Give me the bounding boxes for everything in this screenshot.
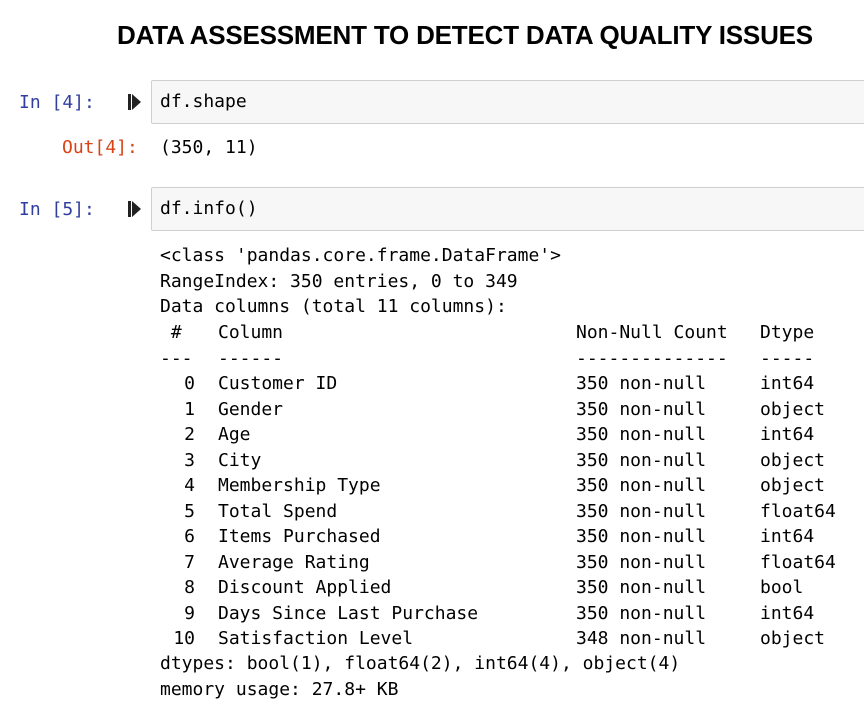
row-index: 6: [184, 526, 195, 547]
row-non-null: 350 non-null: [576, 577, 707, 598]
row-index: 10: [173, 628, 195, 649]
row-dtype: object: [760, 449, 826, 471]
table-row: 4 Membership Type 350 non-null object: [160, 473, 850, 499]
code-input-area[interactable]: df.info(): [151, 187, 864, 231]
row-non-null: 350 non-null: [576, 449, 707, 471]
row-non-null: 350 non-null: [576, 602, 707, 624]
table-row: 8 Discount Applied 350 non-null bool: [160, 575, 850, 601]
table-row: 10 Satisfaction Level 348 non-null objec…: [160, 626, 850, 652]
table-separator-row: --- ------ -------------- -----: [160, 346, 850, 372]
table-row: 5 Total Spend 350 non-null float64: [160, 499, 850, 525]
table-row: 9 Days Since Last Purchase 350 non-null …: [160, 601, 850, 627]
row-column-name: City: [218, 449, 262, 471]
separator: --------------: [576, 347, 728, 369]
row-column-name: Discount Applied: [218, 577, 392, 598]
table-row: 6 Items Purchased 350 non-null int64: [160, 524, 850, 550]
row-column-name: Average Rating: [218, 551, 370, 573]
header-column: Column: [218, 322, 284, 343]
table-row: 1 Gender 350 non-null object: [160, 397, 850, 423]
row-dtype: int64: [760, 373, 815, 394]
row-non-null: 350 non-null: [576, 424, 707, 445]
row-column-name: Membership Type: [218, 475, 381, 496]
notebook-heading: DATA ASSESSMENT TO DETECT DATA QUALITY I…: [117, 20, 813, 50]
separator: ---: [160, 347, 193, 369]
dataframe-info-table: # Column Non-Null Count Dtype --- ------…: [160, 320, 850, 652]
row-non-null: 350 non-null: [576, 551, 707, 573]
table-header-row: # Column Non-Null Count Dtype: [160, 320, 850, 346]
row-non-null: 348 non-null: [576, 628, 707, 649]
row-index: 1: [184, 398, 195, 420]
row-index: 0: [184, 373, 195, 394]
row-non-null: 350 non-null: [576, 373, 707, 394]
row-column-name: Items Purchased: [218, 526, 381, 547]
separator: ------: [218, 347, 284, 369]
table-row: 3 City 350 non-null object: [160, 448, 850, 474]
row-dtype: int64: [760, 602, 815, 624]
row-dtype: int64: [760, 526, 815, 547]
output-line: memory usage: 27.8+ KB: [160, 678, 399, 700]
code-line[interactable]: df.shape: [160, 91, 247, 112]
row-non-null: 350 non-null: [576, 475, 707, 496]
row-non-null: 350 non-null: [576, 500, 707, 522]
table-row: 0 Customer ID 350 non-null int64: [160, 371, 850, 397]
in-prompt: In [4]:: [19, 92, 95, 113]
header-dtype: Dtype: [760, 322, 815, 343]
in-prompt: In [5]:: [19, 199, 95, 220]
out-prompt: Out[4]:: [62, 137, 138, 158]
row-column-name: Total Spend: [218, 500, 338, 522]
output-line: RangeIndex: 350 entries, 0 to 349: [160, 270, 518, 292]
row-dtype: float64: [760, 500, 836, 522]
row-dtype: bool: [760, 577, 804, 598]
row-index: 7: [184, 551, 195, 573]
row-column-name: Days Since Last Purchase: [218, 602, 479, 624]
run-step-icon[interactable]: [128, 93, 142, 111]
row-index: 3: [184, 449, 195, 471]
row-index: 9: [184, 602, 195, 624]
header-index: #: [160, 322, 182, 343]
row-dtype: int64: [760, 424, 815, 445]
row-non-null: 350 non-null: [576, 526, 707, 547]
row-index: 5: [184, 500, 195, 522]
output-result: (350, 11): [160, 137, 258, 158]
row-index: 2: [184, 424, 195, 445]
row-non-null: 350 non-null: [576, 398, 707, 420]
header-non-null: Non-Null Count: [576, 322, 728, 343]
run-step-icon[interactable]: [128, 200, 142, 218]
output-line: <class 'pandas.core.frame.DataFrame'>: [160, 245, 561, 266]
row-dtype: float64: [760, 551, 836, 573]
code-line[interactable]: df.info(): [160, 198, 258, 219]
row-index: 8: [184, 577, 195, 598]
output-line: dtypes: bool(1), float64(2), int64(4), o…: [160, 653, 681, 674]
row-dtype: object: [760, 475, 826, 496]
row-dtype: object: [760, 628, 826, 649]
separator: -----: [760, 347, 815, 369]
code-input-area[interactable]: df.shape: [151, 80, 864, 124]
row-column-name: Satisfaction Level: [218, 628, 414, 649]
table-row: 2 Age 350 non-null int64: [160, 422, 850, 448]
row-column-name: Age: [218, 424, 251, 445]
row-column-name: Customer ID: [218, 373, 338, 394]
row-dtype: object: [760, 398, 826, 420]
output-line: Data columns (total 11 columns):: [160, 296, 507, 317]
table-row: 7 Average Rating 350 non-null float64: [160, 550, 850, 576]
row-column-name: Gender: [218, 398, 284, 420]
row-index: 4: [184, 475, 195, 496]
